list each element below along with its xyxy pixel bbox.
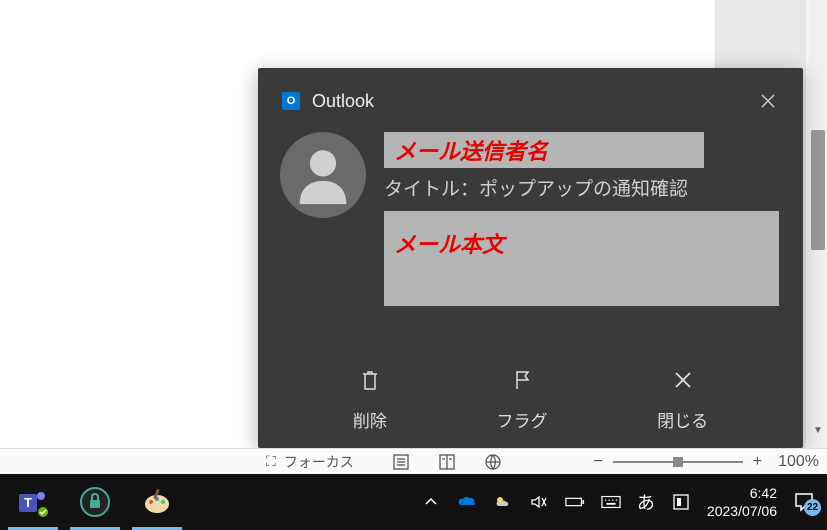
delete-button[interactable]: 削除 <box>353 369 387 432</box>
sender-name-label: メール送信者名 <box>394 134 548 166</box>
web-layout-icon[interactable] <box>484 453 502 471</box>
scrollbar-down-arrow[interactable]: ▼ <box>809 425 827 440</box>
notification-body: メール送信者名 タイトル：ポップアップの通知確認 メール本文 <box>258 126 803 306</box>
system-tray: あ 6:42 2023/07/06 22 <box>421 484 815 520</box>
clock-time: 6:42 <box>707 484 777 502</box>
notification-app-name: Outlook <box>312 91 374 112</box>
teams-icon[interactable]: T <box>12 481 54 523</box>
delete-label: 削除 <box>353 407 387 432</box>
clock[interactable]: 6:42 2023/07/06 <box>707 484 777 520</box>
weather-icon[interactable] <box>493 492 513 512</box>
zoom-controls: − + 100% <box>593 453 819 471</box>
zoom-slider[interactable] <box>613 461 743 463</box>
battery-icon[interactable] <box>565 492 585 512</box>
scrollbar-track[interactable]: ▼ <box>809 0 827 448</box>
tray-expand-icon[interactable] <box>421 492 441 512</box>
status-bar: ⛶ フォーカス − + 100% <box>0 448 827 474</box>
status-left: ⛶ フォーカス <box>266 452 502 472</box>
zoom-percent[interactable]: 100% <box>778 453 819 471</box>
scrollbar-thumb[interactable] <box>811 130 825 250</box>
close-action-icon <box>672 369 694 391</box>
outlook-icon: O <box>282 92 300 110</box>
keyboard-icon[interactable] <box>601 492 621 512</box>
avatar <box>280 132 366 218</box>
sender-area: メール送信者名 タイトル：ポップアップの通知確認 メール本文 <box>384 132 781 306</box>
email-subject: タイトル：ポップアップの通知確認 <box>384 174 781 201</box>
zoom-slider-thumb[interactable] <box>673 457 683 467</box>
ime-mode-icon[interactable] <box>671 492 691 512</box>
sender-name-redacted: メール送信者名 <box>384 132 704 168</box>
notification-actions: 削除 フラグ 閉じる <box>258 369 803 432</box>
svg-text:T: T <box>24 495 32 510</box>
trash-icon <box>359 369 381 391</box>
read-mode-icon[interactable] <box>438 453 456 471</box>
taskbar-apps: T <box>12 481 178 523</box>
onedrive-icon[interactable] <box>457 492 477 512</box>
clock-date: 2023/07/06 <box>707 502 777 520</box>
flag-button[interactable]: フラグ <box>496 369 547 432</box>
close-button[interactable]: 閉じる <box>657 369 708 432</box>
close-label: 閉じる <box>657 407 708 432</box>
action-center-icon[interactable]: 22 <box>793 491 815 513</box>
flag-icon <box>511 369 533 391</box>
zoom-in-button[interactable]: + <box>753 453 762 471</box>
flag-label: フラグ <box>496 407 547 432</box>
email-body-label: メール本文 <box>394 232 504 257</box>
close-icon[interactable] <box>753 86 783 116</box>
view-mode-group <box>392 453 502 471</box>
ime-indicator[interactable]: あ <box>637 489 655 515</box>
volume-icon[interactable] <box>529 492 549 512</box>
outlook-notification: O Outlook メール送信者名 タイトル：ポップアップの通知確認 メール本文… <box>258 68 803 448</box>
notification-count-badge: 22 <box>804 499 821 516</box>
taskbar: T あ <box>0 474 827 530</box>
notification-header: O Outlook <box>258 68 803 126</box>
zoom-out-button[interactable]: − <box>593 453 602 471</box>
focus-label[interactable]: フォーカス <box>284 452 354 472</box>
paint-icon[interactable] <box>136 481 178 523</box>
print-layout-icon[interactable] <box>392 453 410 471</box>
email-body-redacted: メール本文 <box>384 211 779 306</box>
security-app-icon[interactable] <box>74 481 116 523</box>
focus-icon[interactable]: ⛶ <box>266 453 276 470</box>
